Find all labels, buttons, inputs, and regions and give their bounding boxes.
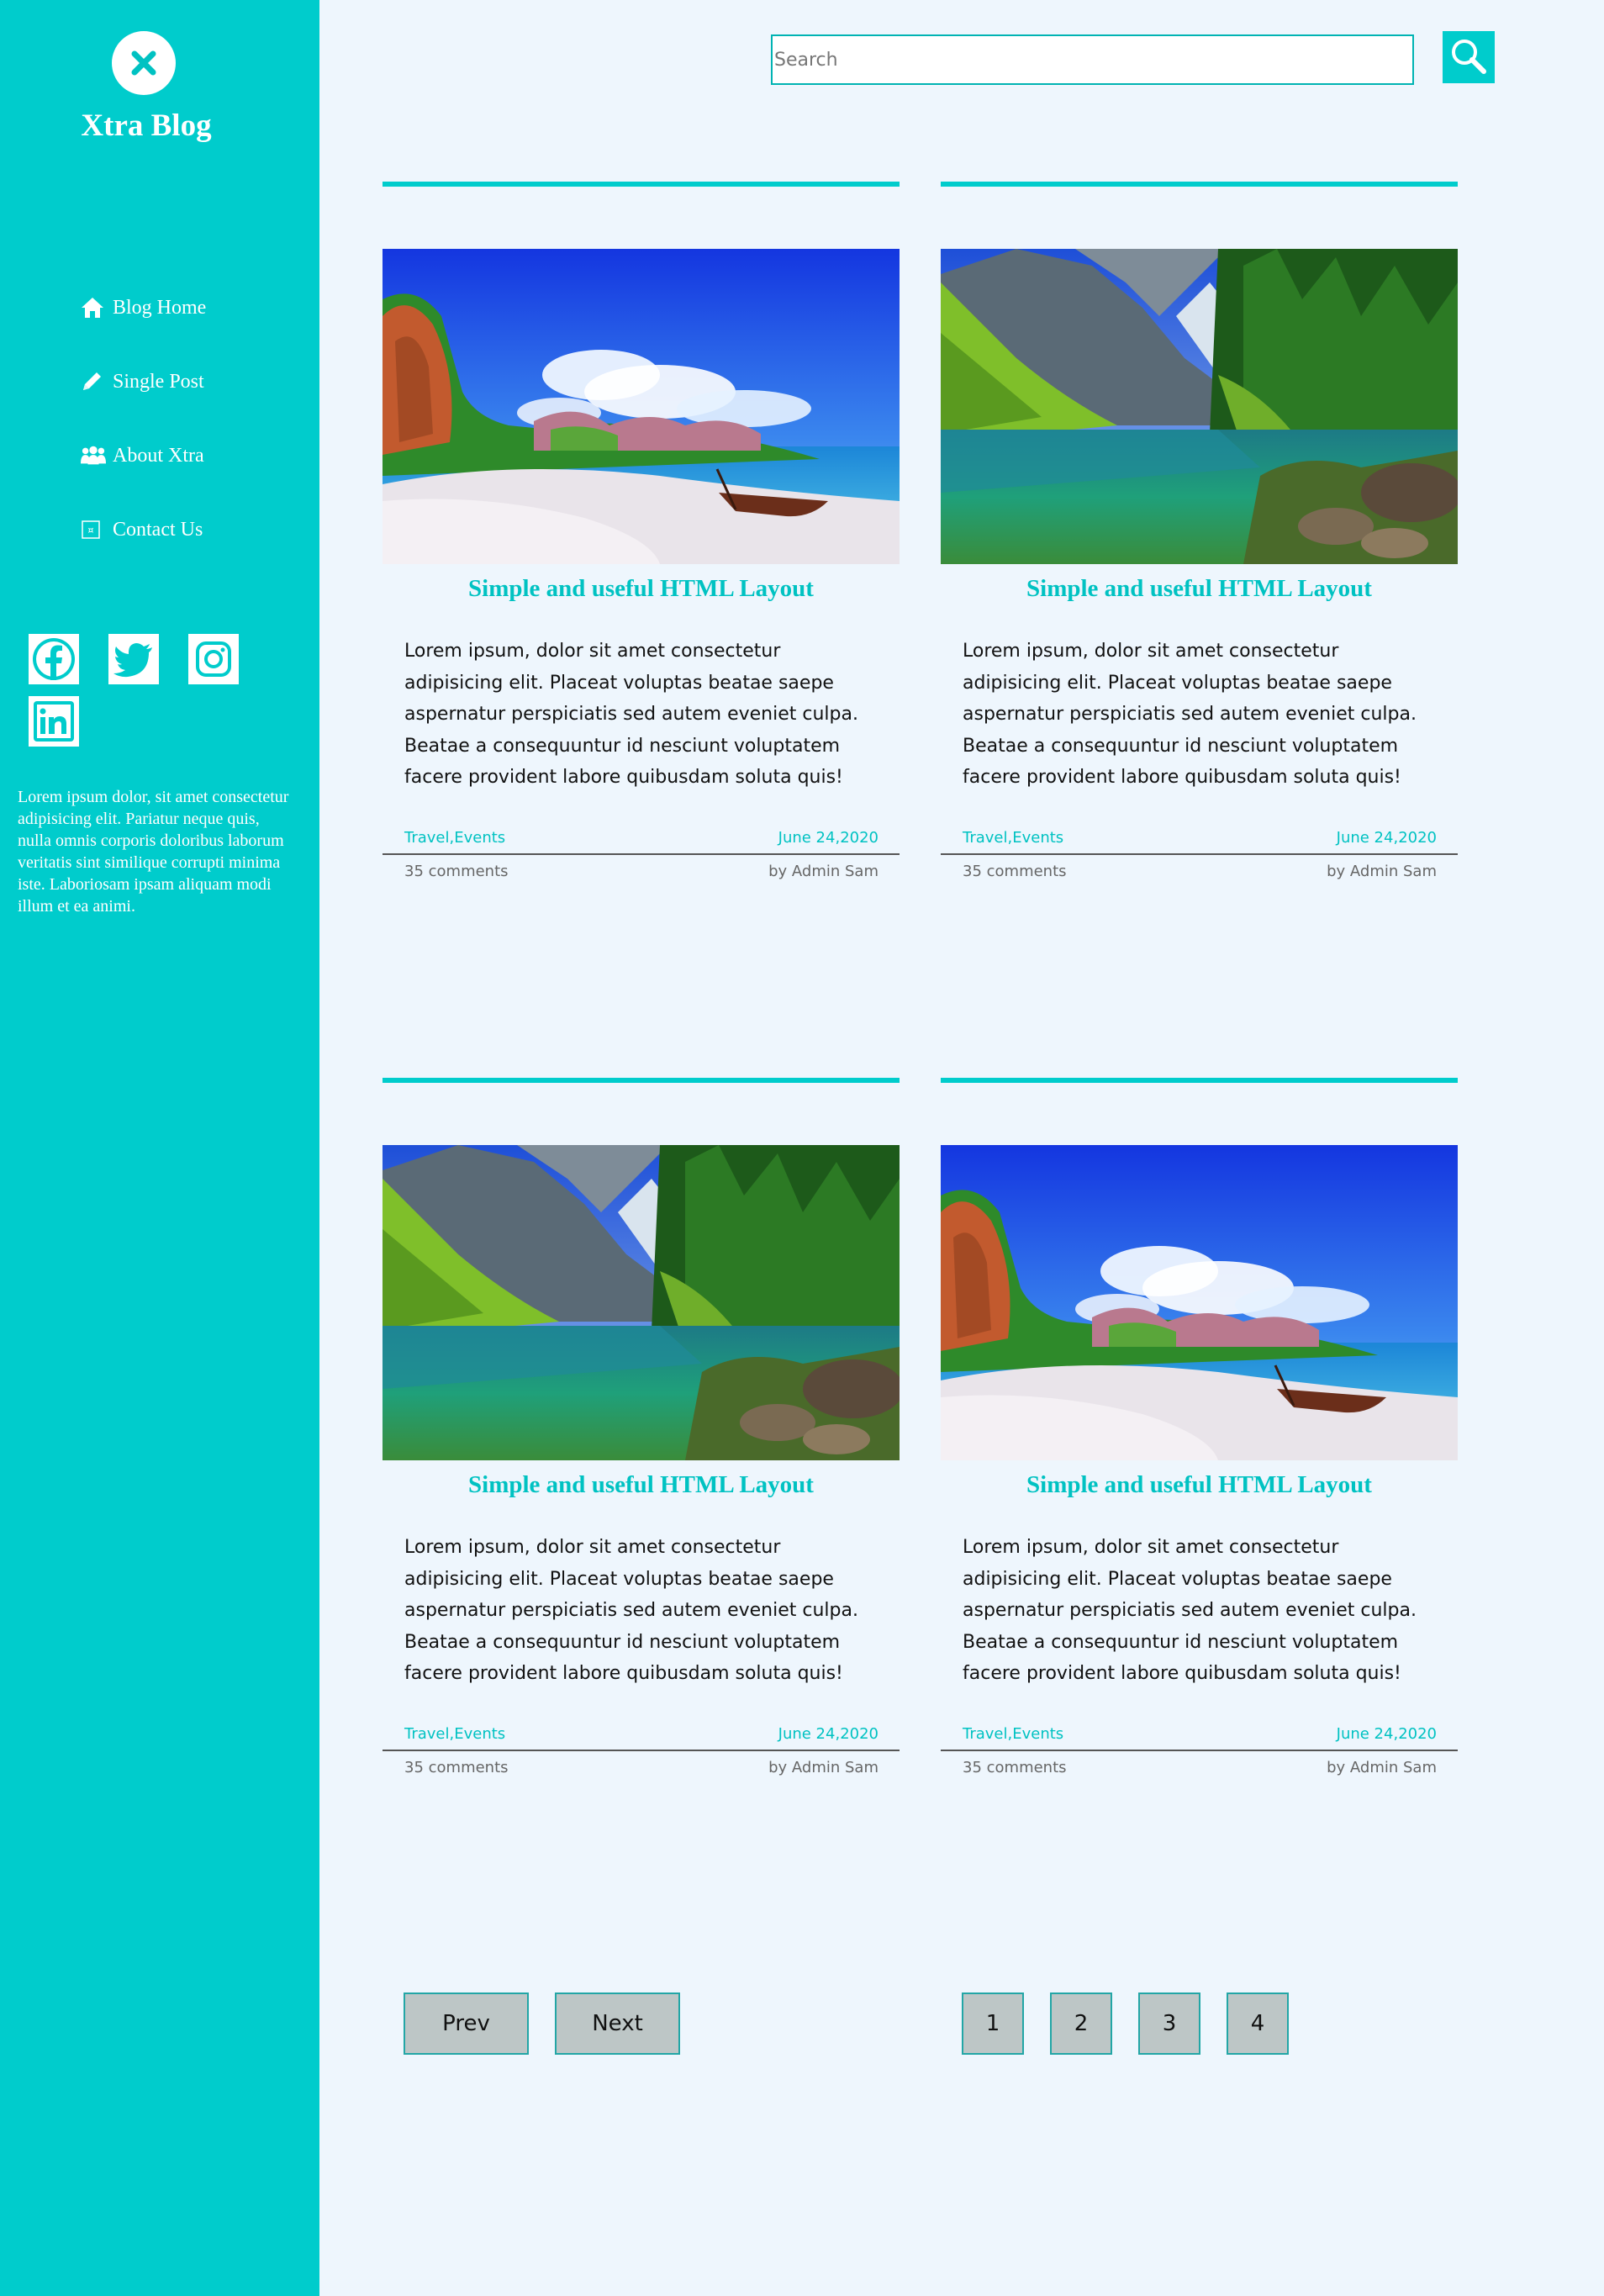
post-title[interactable]: Simple and useful HTML Layout — [941, 575, 1458, 603]
post-comments[interactable]: 35 comments — [404, 863, 509, 880]
post-excerpt: Lorem ipsum, dolor sit amet consectetur … — [963, 1537, 1417, 1684]
post-author: by Admin Sam — [1327, 863, 1437, 880]
post-date: June 24,2020 — [778, 1725, 879, 1743]
card-accent-bar — [941, 182, 1458, 187]
sidebar: Xtra Blog Blog Home Single Post About Xt… — [0, 0, 319, 2296]
home-icon — [81, 297, 106, 319]
post-excerpt: Lorem ipsum, dolor sit amet consectetur … — [404, 1537, 858, 1684]
post-meta: Travel,Events June 24,2020 — [404, 829, 879, 847]
instagram-icon[interactable] — [187, 632, 240, 686]
page-button-1[interactable]: 1 — [962, 1993, 1024, 2055]
next-button[interactable]: Next — [555, 1993, 680, 2055]
post-meta: Travel,Events June 24,2020 — [963, 1725, 1437, 1743]
sidebar-nav: Blog Home Single Post About Xtra ¤ Conta… — [81, 271, 206, 567]
card-accent-bar — [941, 1078, 1458, 1083]
page-button-3[interactable]: 3 — [1138, 1993, 1200, 2055]
post-excerpt: Lorem ipsum, dolor sit amet consectetur … — [404, 641, 858, 788]
post-footer: 35 comments by Admin Sam — [404, 1759, 879, 1776]
sidebar-item-about-xtra[interactable]: About Xtra — [81, 419, 206, 493]
sidebar-item-label: Contact Us — [113, 518, 203, 541]
post-image-beach[interactable] — [383, 249, 900, 564]
search-button[interactable] — [1443, 31, 1495, 83]
sidebar-item-label: Single Post — [113, 370, 204, 393]
social-links — [27, 632, 296, 757]
svg-text:¤: ¤ — [88, 525, 94, 536]
close-icon[interactable] — [112, 31, 176, 95]
post-author: by Admin Sam — [768, 1759, 879, 1776]
search-icon — [1448, 36, 1489, 79]
post-image-lake[interactable] — [383, 1145, 900, 1460]
page-button-2[interactable]: 2 — [1050, 1993, 1112, 2055]
post-date: June 24,2020 — [1336, 829, 1437, 847]
page-button-4[interactable]: 4 — [1227, 1993, 1289, 2055]
sidebar-item-label: About Xtra — [113, 444, 204, 467]
twitter-icon[interactable] — [107, 632, 161, 686]
prev-button[interactable]: Prev — [404, 1993, 529, 2055]
card-accent-bar — [383, 1078, 900, 1083]
post-comments[interactable]: 35 comments — [963, 1759, 1067, 1776]
post-author: by Admin Sam — [1327, 1759, 1437, 1776]
post-meta: Travel,Events June 24,2020 — [963, 829, 1437, 847]
post-categories[interactable]: Travel,Events — [404, 829, 505, 847]
sidebar-item-label: Blog Home — [113, 296, 207, 319]
search-input[interactable] — [771, 34, 1414, 85]
post-author: by Admin Sam — [768, 863, 879, 880]
post-excerpt: Lorem ipsum, dolor sit amet consectetur … — [963, 641, 1417, 788]
sidebar-item-contact-us[interactable]: ¤ Contact Us — [81, 493, 206, 567]
facebook-icon[interactable] — [27, 632, 81, 686]
post-footer: 35 comments by Admin Sam — [963, 1759, 1437, 1776]
post-date: June 24,2020 — [778, 829, 879, 847]
post-image-beach[interactable] — [941, 1145, 1458, 1460]
card-accent-bar — [383, 182, 900, 187]
post-title[interactable]: Simple and useful HTML Layout — [941, 1471, 1458, 1499]
post-title[interactable]: Simple and useful HTML Layout — [383, 575, 900, 603]
post-date: June 24,2020 — [1336, 1725, 1437, 1743]
post-categories[interactable]: Travel,Events — [963, 829, 1063, 847]
post-categories[interactable]: Travel,Events — [963, 1725, 1063, 1743]
divider — [383, 853, 900, 855]
post-title[interactable]: Simple and useful HTML Layout — [383, 1471, 900, 1499]
contact-icon: ¤ — [81, 520, 106, 540]
users-icon — [81, 446, 106, 466]
divider — [941, 1750, 1458, 1751]
sidebar-description: Lorem ipsum dolor, sit amet consectetur … — [18, 788, 289, 916]
divider — [383, 1750, 900, 1751]
post-meta: Travel,Events June 24,2020 — [404, 1725, 879, 1743]
linkedin-icon[interactable] — [27, 694, 81, 748]
brand-title: Xtra Blog — [81, 108, 212, 143]
post-footer: 35 comments by Admin Sam — [404, 863, 879, 880]
post-comments[interactable]: 35 comments — [963, 863, 1067, 880]
divider — [941, 853, 1458, 855]
post-comments[interactable]: 35 comments — [404, 1759, 509, 1776]
pencil-icon — [81, 371, 106, 393]
sidebar-item-single-post[interactable]: Single Post — [81, 345, 206, 419]
post-footer: 35 comments by Admin Sam — [963, 863, 1437, 880]
post-categories[interactable]: Travel,Events — [404, 1725, 505, 1743]
post-image-lake[interactable] — [941, 249, 1458, 564]
sidebar-item-blog-home[interactable]: Blog Home — [81, 271, 206, 345]
